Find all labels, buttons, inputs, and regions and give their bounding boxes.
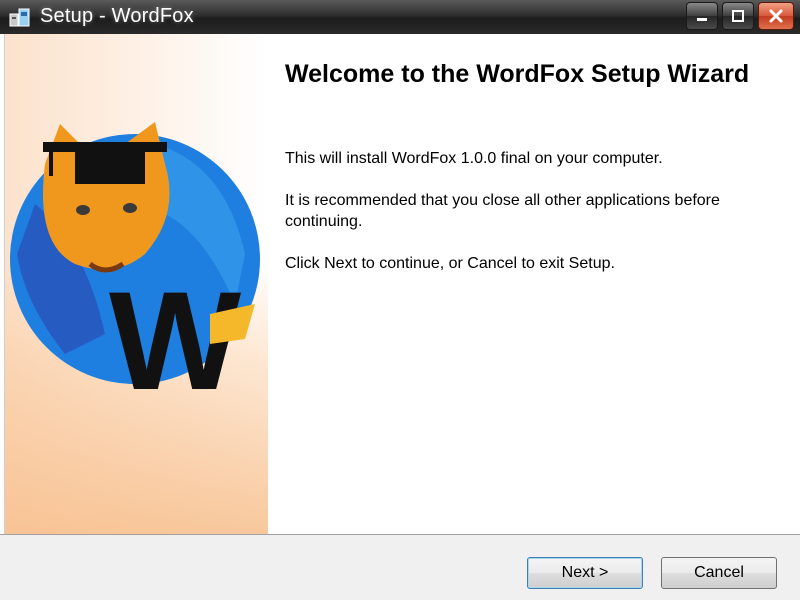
minimize-button[interactable] — [686, 2, 718, 30]
wizard-content: Welcome to the WordFox Setup Wizard This… — [268, 34, 800, 534]
window-title: Setup - WordFox — [40, 5, 194, 27]
page-title: Welcome to the WordFox Setup Wizard — [285, 60, 750, 88]
close-icon — [769, 9, 783, 23]
install-info-text: This will install WordFox 1.0.0 final on… — [285, 150, 663, 167]
next-button[interactable]: Next > — [527, 557, 643, 589]
wizard-footer: Next > Cancel — [0, 534, 800, 600]
maximize-button[interactable] — [722, 2, 754, 30]
close-button[interactable] — [758, 2, 794, 30]
minimize-icon — [697, 18, 707, 21]
wizard-side-panel: W — [4, 34, 268, 534]
wordfox-logo: W — [10, 122, 260, 404]
setup-app-icon[interactable] — [8, 6, 32, 28]
recommendation-text: It is recommended that you close all oth… — [285, 192, 720, 230]
instruction-text: Click Next to continue, or Cancel to exi… — [285, 255, 615, 272]
cancel-button[interactable]: Cancel — [661, 557, 777, 589]
graduation-cap — [43, 142, 167, 152]
maximize-icon — [732, 10, 744, 22]
setup-window: Setup - WordFox W Welcome to the WordFox… — [0, 0, 800, 600]
title-bar[interactable]: Setup - WordFox — [0, 0, 800, 34]
